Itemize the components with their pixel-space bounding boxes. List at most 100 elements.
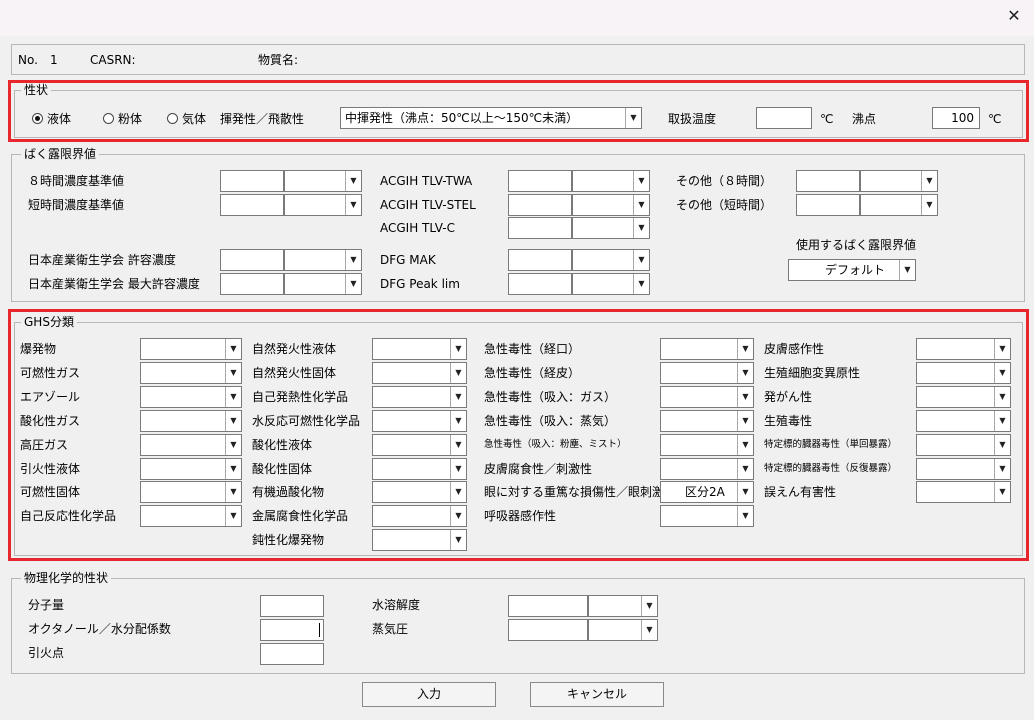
vapor-pressure-unit-select[interactable]: ▼ — [588, 619, 658, 641]
exposure-other-0-unit-select[interactable]: ▼ — [860, 170, 938, 192]
chevron-down-icon[interactable]: ▼ — [450, 530, 466, 550]
exposure-jsoh-1-unit-select[interactable]: ▼ — [284, 273, 362, 295]
chevron-down-icon[interactable]: ▼ — [625, 108, 641, 128]
chevron-down-icon[interactable]: ▼ — [450, 363, 466, 383]
boiling-point-input[interactable]: 100 — [932, 107, 980, 129]
chevron-down-icon[interactable]: ▼ — [994, 482, 1010, 502]
water-solubility-unit-select[interactable]: ▼ — [588, 595, 658, 617]
ghs-col4-select-1[interactable]: ▼ — [916, 362, 1011, 384]
exposure-acgih-1-unit-select[interactable]: ▼ — [572, 194, 650, 216]
chevron-down-icon[interactable]: ▼ — [450, 482, 466, 502]
exposure-dfg-1-value-input[interactable] — [508, 273, 572, 295]
chevron-down-icon[interactable]: ▼ — [737, 387, 753, 407]
chevron-down-icon[interactable]: ▼ — [225, 363, 241, 383]
chevron-down-icon[interactable]: ▼ — [345, 195, 361, 215]
ghs-col3-select-4[interactable]: ▼ — [660, 434, 754, 456]
ghs-col2-select-2[interactable]: ▼ — [372, 386, 467, 408]
chevron-down-icon[interactable]: ▼ — [225, 411, 241, 431]
ghs-col2-select-6[interactable]: ▼ — [372, 481, 467, 503]
exposure-acgih-2-unit-select[interactable]: ▼ — [572, 217, 650, 239]
radio-gas[interactable] — [167, 113, 178, 124]
exposure-other-1-value-input[interactable] — [796, 194, 860, 216]
ghs-col2-select-7[interactable]: ▼ — [372, 505, 467, 527]
chevron-down-icon[interactable]: ▼ — [345, 171, 361, 191]
exposure-jp-1-unit-select[interactable]: ▼ — [284, 194, 362, 216]
chevron-down-icon[interactable]: ▼ — [921, 195, 937, 215]
use-limit-select[interactable]: デフォルト ▼ — [788, 259, 916, 281]
chevron-down-icon[interactable]: ▼ — [345, 274, 361, 294]
chevron-down-icon[interactable]: ▼ — [225, 482, 241, 502]
chevron-down-icon[interactable]: ▼ — [737, 435, 753, 455]
ghs-col4-select-3[interactable]: ▼ — [916, 410, 1011, 432]
chevron-down-icon[interactable]: ▼ — [994, 387, 1010, 407]
chevron-down-icon[interactable]: ▼ — [450, 339, 466, 359]
chevron-down-icon[interactable]: ▼ — [641, 596, 657, 616]
chevron-down-icon[interactable]: ▼ — [994, 411, 1010, 431]
chevron-down-icon[interactable]: ▼ — [737, 506, 753, 526]
ghs-col3-select-3[interactable]: ▼ — [660, 410, 754, 432]
exposure-acgih-2-value-input[interactable] — [508, 217, 572, 239]
exposure-acgih-1-value-input[interactable] — [508, 194, 572, 216]
water-solubility-value-input[interactable] — [508, 595, 588, 617]
chevron-down-icon[interactable]: ▼ — [225, 435, 241, 455]
chevron-down-icon[interactable]: ▼ — [633, 171, 649, 191]
ghs-col3-select-0[interactable]: ▼ — [660, 338, 754, 360]
chevron-down-icon[interactable]: ▼ — [225, 459, 241, 479]
chevron-down-icon[interactable]: ▼ — [633, 274, 649, 294]
volatility-select[interactable]: 中揮発性（沸点：50℃以上～150℃未満） ▼ — [340, 107, 642, 129]
exposure-other-1-unit-select[interactable]: ▼ — [860, 194, 938, 216]
ghs-col1-select-6[interactable]: ▼ — [140, 481, 242, 503]
chevron-down-icon[interactable]: ▼ — [633, 218, 649, 238]
ghs-col1-select-3[interactable]: ▼ — [140, 410, 242, 432]
chevron-down-icon[interactable]: ▼ — [450, 459, 466, 479]
submit-button[interactable]: 入力 — [362, 682, 496, 707]
chevron-down-icon[interactable]: ▼ — [633, 195, 649, 215]
cancel-button[interactable]: キャンセル — [530, 682, 664, 707]
chevron-down-icon[interactable]: ▼ — [737, 411, 753, 431]
ghs-col3-select-6[interactable]: 区分2A ▼ — [660, 481, 754, 503]
radio-liquid[interactable] — [32, 113, 43, 124]
exposure-jp-0-value-input[interactable] — [220, 170, 284, 192]
vapor-pressure-value-input[interactable] — [508, 619, 588, 641]
ghs-col1-select-7[interactable]: ▼ — [140, 505, 242, 527]
exposure-dfg-1-unit-select[interactable]: ▼ — [572, 273, 650, 295]
ghs-col2-select-8[interactable]: ▼ — [372, 529, 467, 551]
chevron-down-icon[interactable]: ▼ — [450, 411, 466, 431]
exposure-jsoh-0-value-input[interactable] — [220, 249, 284, 271]
chevron-down-icon[interactable]: ▼ — [994, 339, 1010, 359]
ghs-col3-select-2[interactable]: ▼ — [660, 386, 754, 408]
exposure-jp-1-value-input[interactable] — [220, 194, 284, 216]
ghs-col4-select-5[interactable]: ▼ — [916, 458, 1011, 480]
chevron-down-icon[interactable]: ▼ — [450, 435, 466, 455]
chevron-down-icon[interactable]: ▼ — [737, 339, 753, 359]
ghs-col4-select-2[interactable]: ▼ — [916, 386, 1011, 408]
ghs-col2-select-1[interactable]: ▼ — [372, 362, 467, 384]
chevron-down-icon[interactable]: ▼ — [994, 459, 1010, 479]
molecular-weight-input[interactable] — [260, 595, 324, 617]
close-icon[interactable]: ✕ — [1004, 6, 1024, 26]
handling-temp-input[interactable] — [756, 107, 812, 129]
ghs-col1-select-0[interactable]: ▼ — [140, 338, 242, 360]
chevron-down-icon[interactable]: ▼ — [737, 459, 753, 479]
exposure-dfg-0-unit-select[interactable]: ▼ — [572, 249, 650, 271]
chevron-down-icon[interactable]: ▼ — [737, 363, 753, 383]
ghs-col3-select-5[interactable]: ▼ — [660, 458, 754, 480]
chevron-down-icon[interactable]: ▼ — [994, 363, 1010, 383]
chevron-down-icon[interactable]: ▼ — [737, 482, 753, 502]
ghs-col2-select-5[interactable]: ▼ — [372, 458, 467, 480]
ghs-col1-select-2[interactable]: ▼ — [140, 386, 242, 408]
chevron-down-icon[interactable]: ▼ — [345, 250, 361, 270]
exposure-dfg-0-value-input[interactable] — [508, 249, 572, 271]
flash-point-input[interactable] — [260, 643, 324, 665]
exposure-acgih-0-unit-select[interactable]: ▼ — [572, 170, 650, 192]
exposure-jsoh-0-unit-select[interactable]: ▼ — [284, 249, 362, 271]
ghs-col2-select-4[interactable]: ▼ — [372, 434, 467, 456]
ghs-col4-select-4[interactable]: ▼ — [916, 434, 1011, 456]
chevron-down-icon[interactable]: ▼ — [225, 506, 241, 526]
partition-coefficient-input[interactable] — [260, 619, 324, 641]
ghs-col2-select-0[interactable]: ▼ — [372, 338, 467, 360]
ghs-col4-select-6[interactable]: ▼ — [916, 481, 1011, 503]
ghs-col3-select-7[interactable]: ▼ — [660, 505, 754, 527]
ghs-col1-select-4[interactable]: ▼ — [140, 434, 242, 456]
chevron-down-icon[interactable]: ▼ — [633, 250, 649, 270]
